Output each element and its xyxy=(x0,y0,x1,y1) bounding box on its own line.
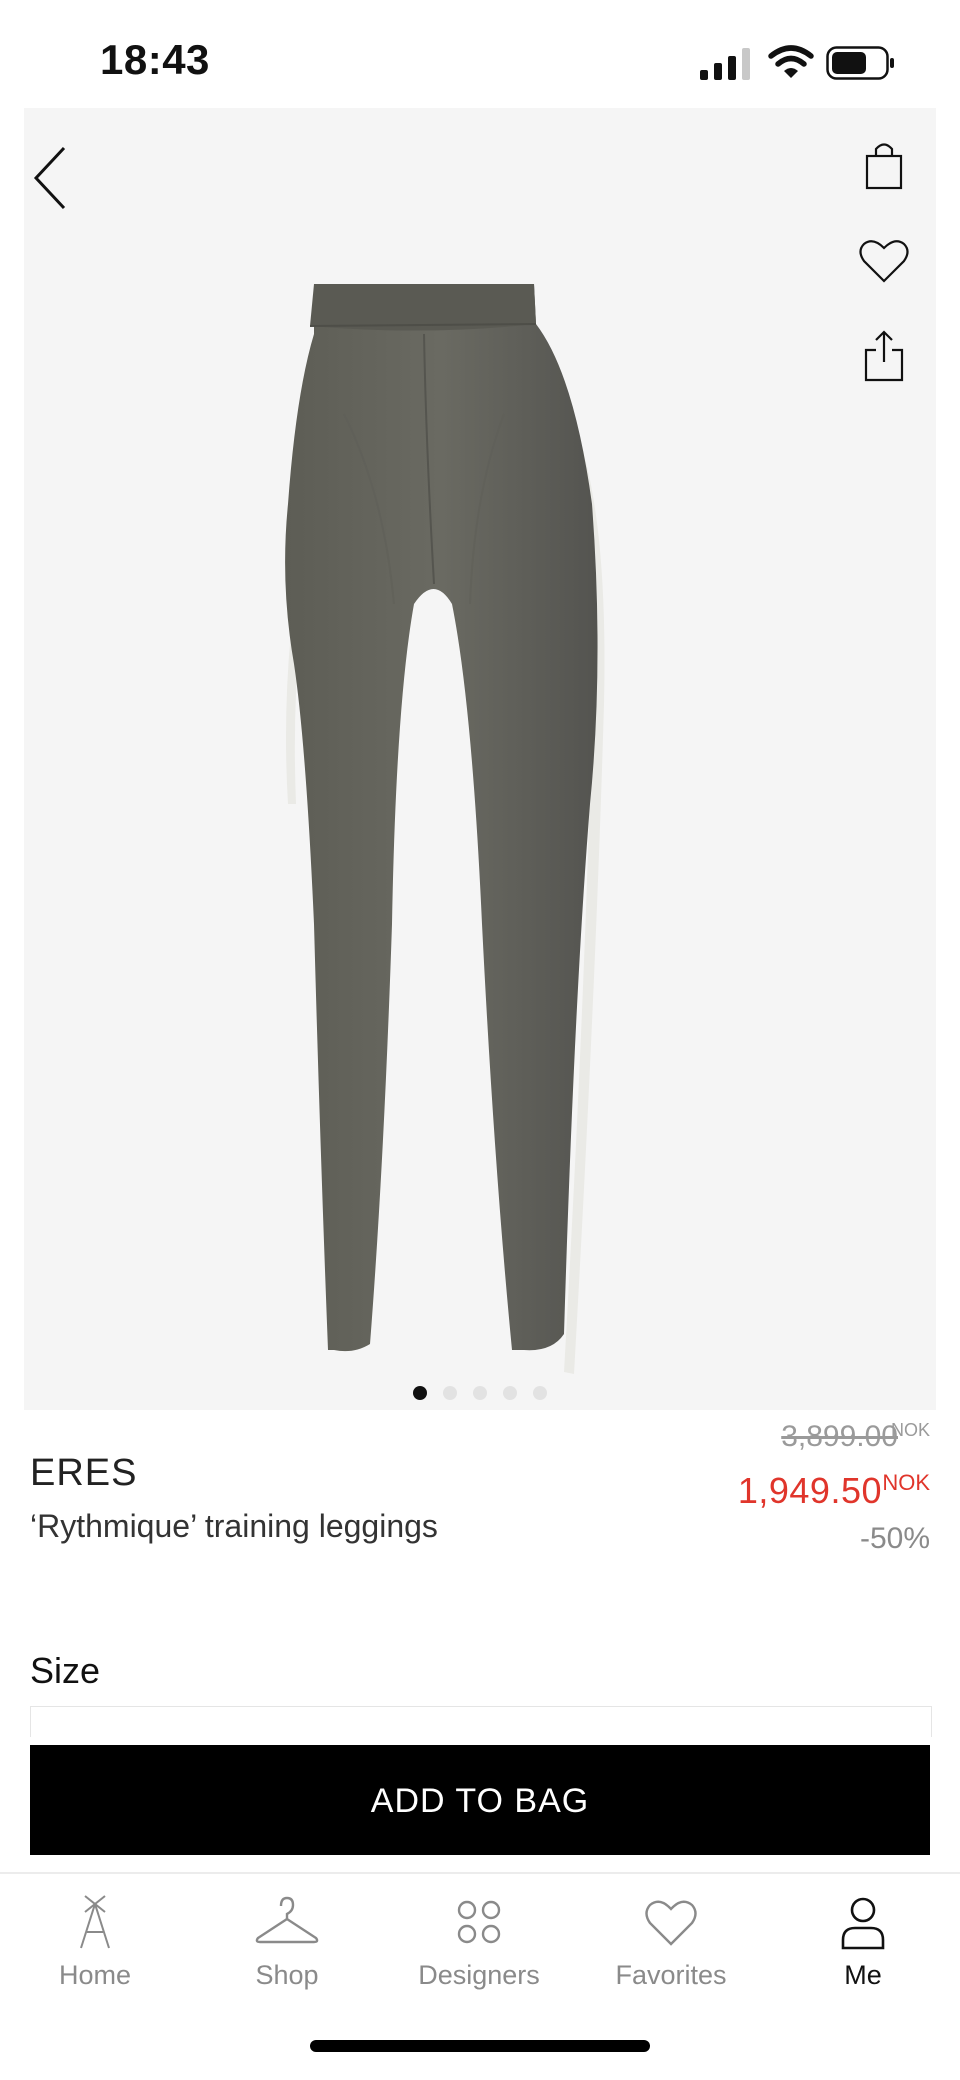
battery-icon xyxy=(826,46,894,80)
product-photo-leggings xyxy=(285,284,605,1374)
status-bar: 18:43 xyxy=(0,0,960,110)
grid-circles-icon xyxy=(457,1900,501,1944)
size-label: Size xyxy=(30,1650,101,1691)
product-actions xyxy=(854,136,914,421)
pager-dot[interactable] xyxy=(533,1386,547,1400)
tab-shop[interactable]: Shop xyxy=(202,1892,372,2012)
add-to-bag-button[interactable]: ADD TO BAG xyxy=(30,1745,930,1855)
signal-icon xyxy=(700,48,750,80)
tab-designers[interactable]: Designers xyxy=(394,1892,564,2012)
tab-label: Favorites xyxy=(615,1960,727,1990)
home-logo-icon xyxy=(80,1895,110,1949)
shopping-bag-icon[interactable] xyxy=(854,136,914,196)
hanger-icon xyxy=(255,1896,319,1944)
tab-label: Home xyxy=(58,1960,132,1990)
heart-icon xyxy=(645,1900,697,1946)
share-icon[interactable] xyxy=(854,326,914,386)
wifi-icon xyxy=(768,45,814,78)
product-image-gallery[interactable] xyxy=(24,108,936,1410)
sale-price-currency: NOK xyxy=(882,1470,930,1495)
pager-dot[interactable] xyxy=(443,1386,457,1400)
tab-home[interactable]: Home xyxy=(10,1892,180,2012)
tab-label: Shop xyxy=(255,1960,319,1990)
original-price-currency: NOK xyxy=(890,1420,930,1440)
product-name: ‘Rythmique’ training leggings xyxy=(30,1508,438,1544)
home-indicator[interactable] xyxy=(310,2040,650,2052)
tab-label: Me xyxy=(844,1960,882,1990)
image-pager[interactable] xyxy=(24,1386,936,1400)
size-selector[interactable] xyxy=(30,1706,932,1737)
pager-dot[interactable] xyxy=(503,1386,517,1400)
pager-dot[interactable] xyxy=(413,1386,427,1400)
tab-label: Designers xyxy=(418,1960,540,1990)
tab-favorites[interactable]: Favorites xyxy=(586,1892,756,2012)
person-icon xyxy=(841,1897,885,1950)
sale-price: 1,949.50 xyxy=(737,1470,882,1511)
original-price: 3,899.00 xyxy=(781,1420,898,1453)
back-icon[interactable] xyxy=(30,138,86,218)
status-time: 18:43 xyxy=(100,36,210,83)
discount-badge: -50% xyxy=(859,1522,930,1555)
pager-dot[interactable] xyxy=(473,1386,487,1400)
heart-icon[interactable] xyxy=(854,231,914,291)
tab-me[interactable]: Me xyxy=(778,1892,948,2012)
product-brand[interactable]: ERES xyxy=(30,1452,137,1495)
